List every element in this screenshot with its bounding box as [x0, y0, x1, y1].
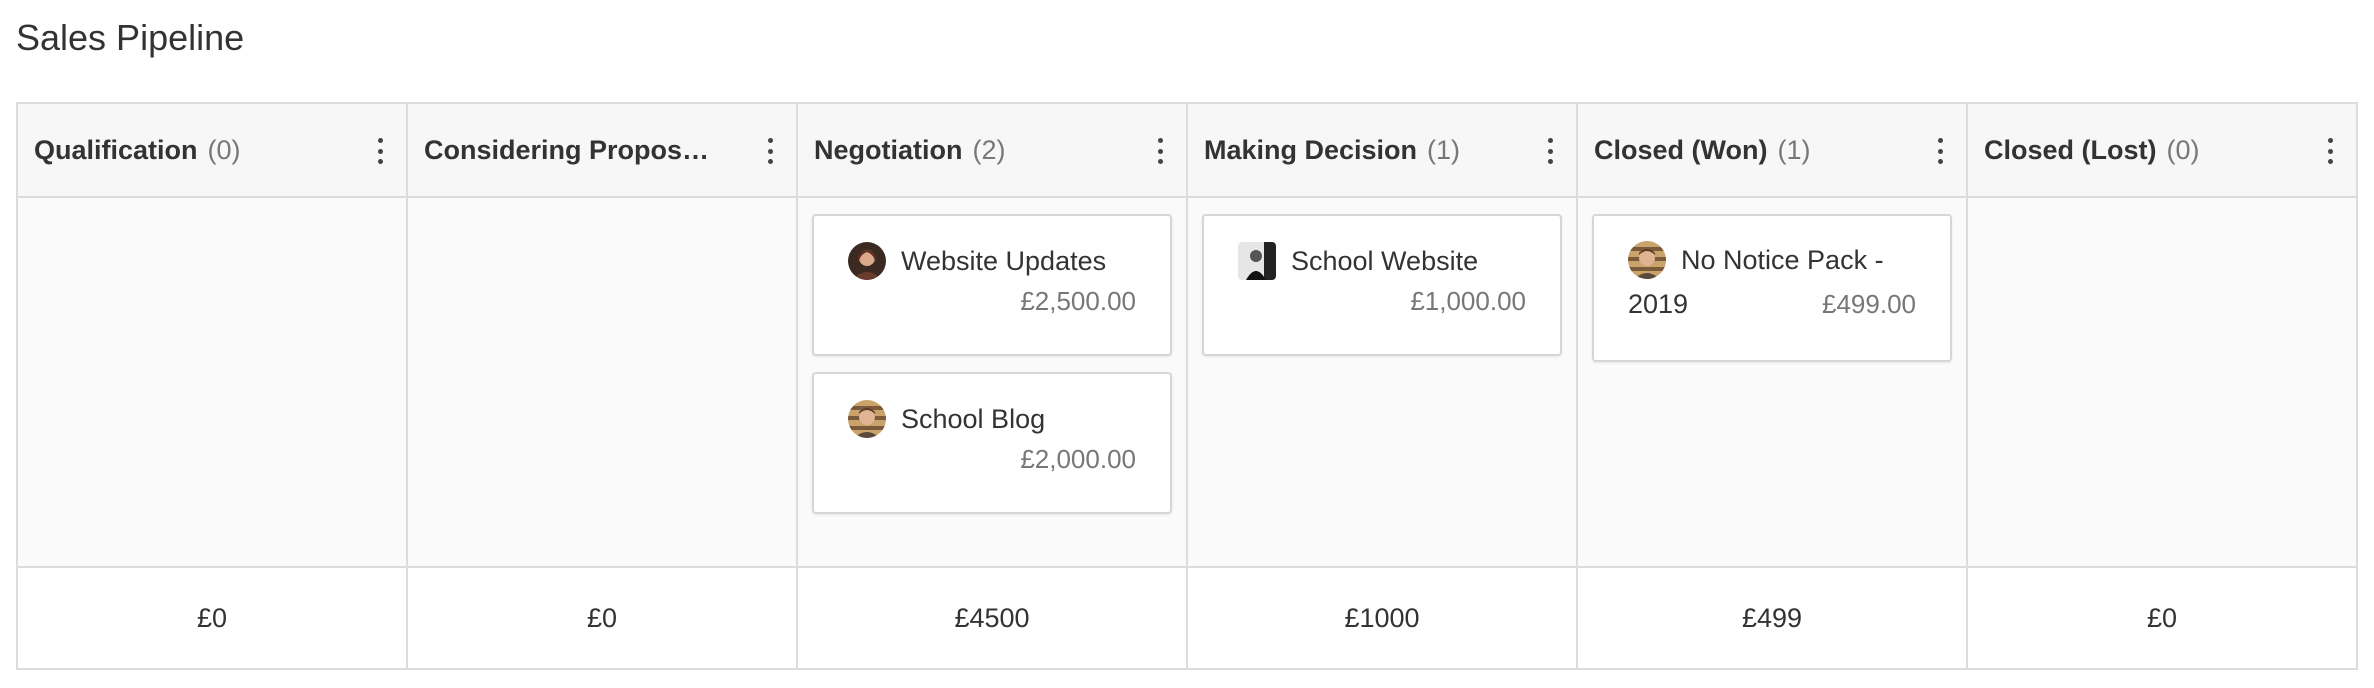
deal-card[interactable]: School Website £1,000.00 [1202, 214, 1562, 356]
column-drop-zone[interactable] [1968, 198, 2356, 568]
deal-card[interactable]: No Notice Pack - 2019 £499.00 [1592, 214, 1952, 362]
pipeline-column-considering-proposal: Considering Proposal ... £0 [408, 104, 798, 668]
deal-card[interactable]: School Blog £2,000.00 [812, 372, 1172, 514]
column-header: Negotiation (2) [798, 104, 1186, 198]
deal-title: School Website [1291, 246, 1479, 276]
pipeline-column-negotiation: Negotiation (2) Website Updates £2,500.0… [798, 104, 1188, 668]
column-header: Making Decision (1) [1188, 104, 1576, 198]
column-total: £499 [1578, 568, 1966, 668]
column-count: (1) [1777, 134, 1811, 165]
deal-value: £1,000.00 [1410, 286, 1526, 316]
column-menu-icon[interactable] [2326, 138, 2334, 164]
pipeline-board: Qualification (0) £0 Considering Proposa… [16, 102, 2358, 670]
deal-title: Website Updates [901, 246, 1107, 276]
column-title: Making Decision [1204, 134, 1418, 165]
column-count: (1) [1427, 134, 1461, 165]
column-title: Closed (Lost) [1984, 134, 2157, 165]
deal-value: £2,500.00 [1020, 286, 1136, 316]
column-count: (0) [2166, 134, 2200, 165]
column-drop-zone[interactable]: School Website £1,000.00 [1188, 198, 1576, 568]
deal-title-continued: 2019 [1628, 289, 1689, 319]
column-total: £0 [1968, 568, 2356, 668]
column-title: Negotiation [814, 134, 963, 165]
column-count: (0) [207, 134, 241, 165]
column-menu-icon[interactable] [376, 138, 384, 164]
person-man-avatar [1628, 241, 1666, 279]
deal-card[interactable]: Website Updates £2,500.00 [812, 214, 1172, 356]
column-total: £0 [408, 568, 796, 668]
column-total: £1000 [1188, 568, 1576, 668]
column-drop-zone[interactable] [408, 198, 796, 568]
page-title: Sales Pipeline [16, 17, 245, 58]
pipeline-column-qualification: Qualification (0) £0 [18, 104, 408, 668]
person-mono-avatar [1238, 242, 1276, 280]
column-header: Closed (Lost) (0) [1968, 104, 2356, 198]
column-menu-icon[interactable] [766, 138, 774, 164]
deal-title: School Blog [901, 404, 1046, 434]
column-drop-zone[interactable]: No Notice Pack - 2019 £499.00 [1578, 198, 1966, 568]
column-header: Qualification (0) [18, 104, 406, 198]
column-menu-icon[interactable] [1546, 138, 1554, 164]
pipeline-column-closed-won: Closed (Won) (1) No Notice Pack - 2019 £… [1578, 104, 1968, 668]
column-header: Closed (Won) (1) [1578, 104, 1966, 198]
deal-title: No Notice Pack - [1681, 245, 1884, 275]
person-man-avatar [848, 400, 886, 438]
deal-value: £499.00 [1822, 289, 1916, 319]
person-woman-avatar [848, 242, 886, 280]
column-title: Qualification [34, 134, 198, 165]
column-count: (2) [972, 134, 1006, 165]
column-title: Closed (Won) [1594, 134, 1768, 165]
pipeline-column-closed-lost: Closed (Lost) (0) £0 [1968, 104, 2356, 668]
column-menu-icon[interactable] [1156, 138, 1164, 164]
column-total: £0 [18, 568, 406, 668]
column-total: £4500 [798, 568, 1186, 668]
column-header: Considering Proposal ... [408, 104, 796, 198]
deal-value: £2,000.00 [1020, 444, 1136, 474]
column-menu-icon[interactable] [1936, 138, 1944, 164]
pipeline-column-making-decision: Making Decision (1) School Website £1,00… [1188, 104, 1578, 668]
column-title: Considering Proposal ... [424, 134, 724, 165]
column-drop-zone[interactable] [18, 198, 406, 568]
column-drop-zone[interactable]: Website Updates £2,500.00 School Blog £2… [798, 198, 1186, 568]
